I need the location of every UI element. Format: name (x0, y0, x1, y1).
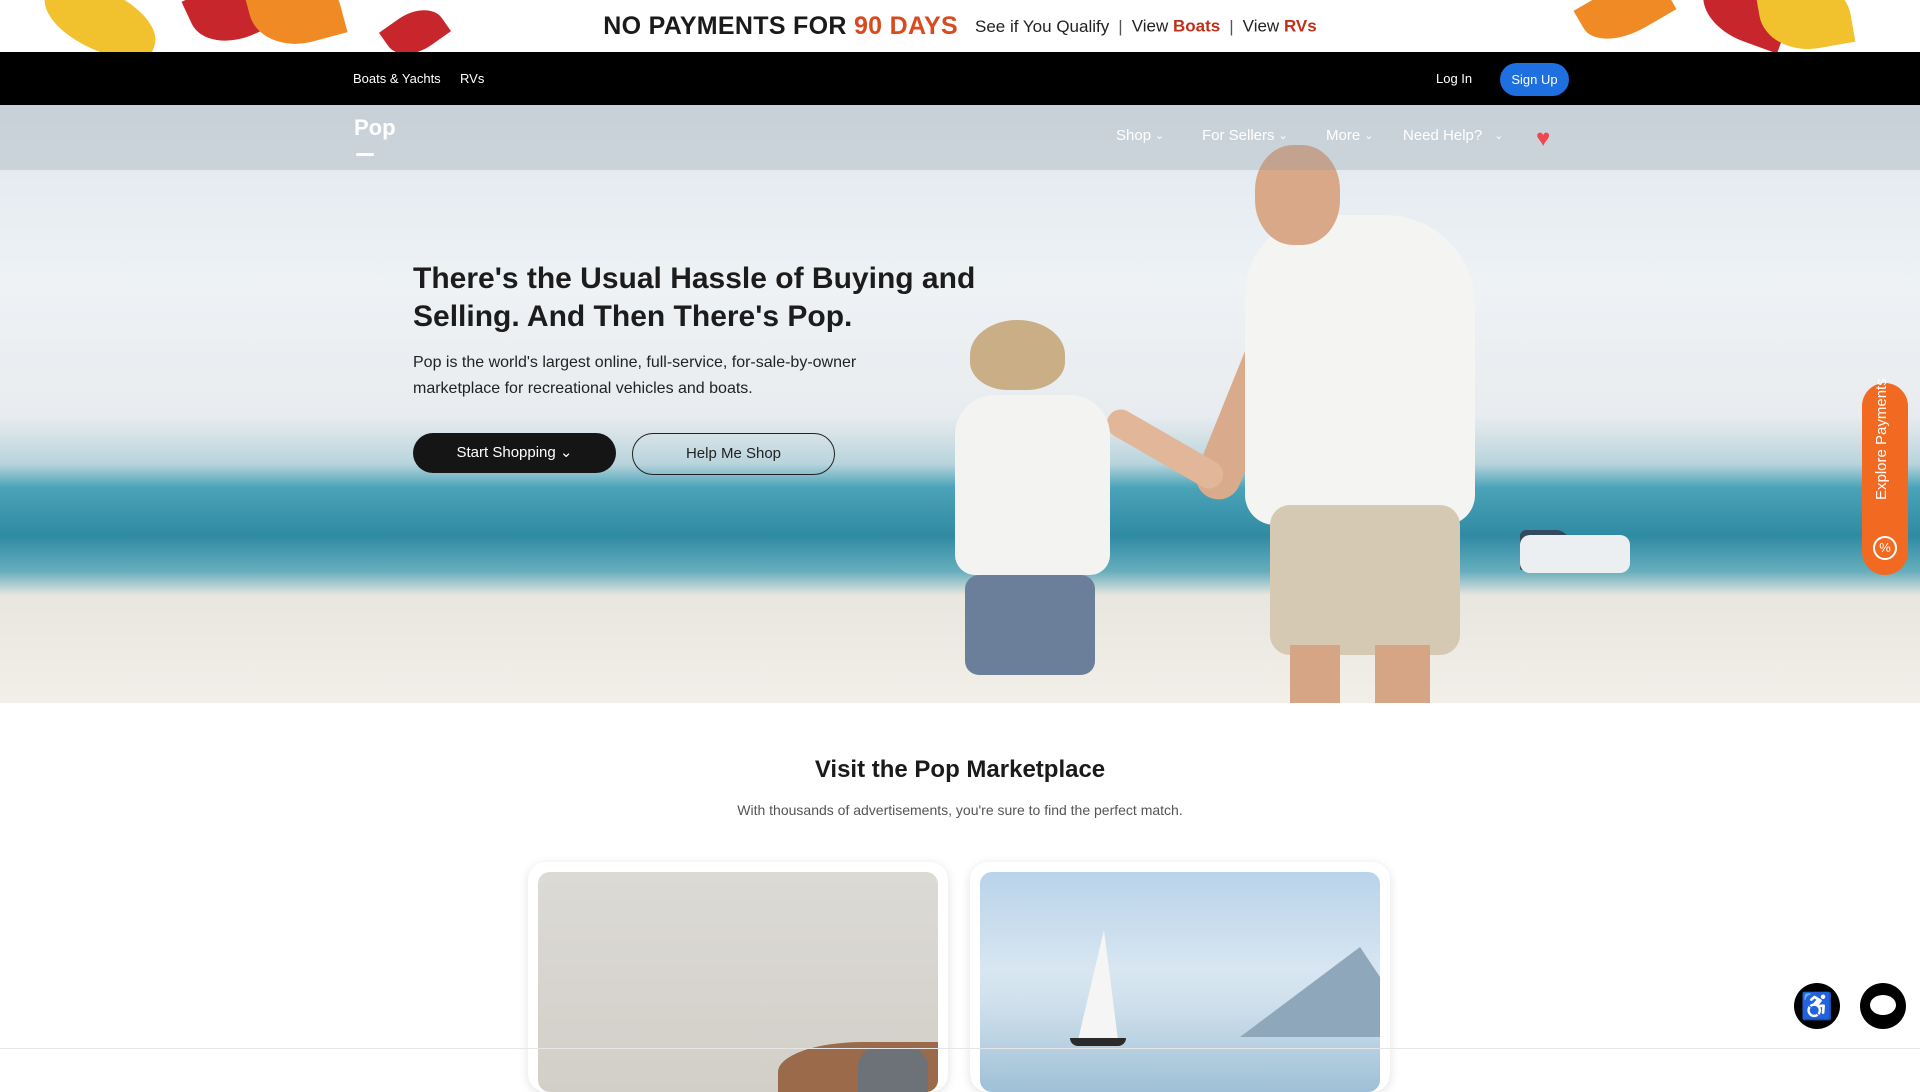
signup-button[interactable]: Sign Up (1500, 63, 1569, 96)
hero-section: Pop Shop ⌄ For Sellers ⌄ More ⌄ Need Help? ⌄… (0, 105, 1920, 703)
accessibility-icon[interactable]: ♿ (1794, 983, 1840, 1029)
boat-image-mountain (1240, 947, 1380, 1037)
promo-banner: NO PAYMENTS FOR 90 DAYS See if You Quali… (0, 0, 1920, 52)
chevron-down-icon: ⌄ (1278, 130, 1288, 142)
view-rvs-link[interactable]: View RVs (1243, 17, 1317, 36)
boat-category-card[interactable] (970, 862, 1390, 1092)
topbar-link-rvs[interactable]: RVs (460, 71, 484, 86)
topbar-link-boats[interactable]: Boats & Yachts (353, 71, 441, 86)
qualify-link[interactable]: See if You Qualify (975, 17, 1109, 36)
chevron-down-icon: ⌄ (1155, 130, 1165, 142)
hero-photo-man-leg (1290, 645, 1340, 703)
promo-separator: | (1118, 16, 1123, 36)
start-shopping-button[interactable]: Start Shopping ⌄ (413, 433, 616, 473)
marketplace-title: Visit the Pop Marketplace (814, 756, 1106, 783)
hero-photo-child-shorts (965, 575, 1095, 675)
nav-need-help[interactable]: Need Help? ⌄ (1403, 127, 1503, 144)
rv-card-image (538, 872, 938, 1092)
hero-subtitle: Pop is the world's largest online, full-… (413, 354, 857, 397)
pop-logo[interactable]: Pop (354, 115, 396, 141)
boat-card-image (980, 872, 1380, 1092)
promo-headline: NO PAYMENTS FOR 90 DAYS (603, 12, 958, 40)
hero-title: There's the Usual Hassle of Buying and S… (413, 262, 976, 333)
rv-image-trailer (858, 1047, 928, 1092)
login-link[interactable]: Log In (1436, 71, 1472, 86)
rv-category-card[interactable] (528, 862, 948, 1092)
promo-separator: | (1229, 16, 1234, 36)
chevron-down-icon: ⌄ (1494, 130, 1504, 142)
chevron-down-icon: ⌄ (1364, 130, 1374, 142)
heart-icon[interactable]: ♥ (1536, 125, 1550, 153)
chat-bubble-icon (1870, 995, 1896, 1015)
hero-photo-man (1245, 215, 1475, 525)
hero-photo-camper (1520, 535, 1630, 573)
section-divider (0, 1048, 1920, 1049)
view-boats-link[interactable]: View Boats (1132, 17, 1221, 36)
hero-photo-man-shorts (1270, 505, 1460, 655)
logo-underline (356, 153, 374, 156)
help-me-shop-button[interactable]: Help Me Shop (632, 433, 835, 475)
boat-image-sail (1078, 930, 1118, 1040)
nav-for-sellers[interactable]: For Sellers ⌄ (1202, 127, 1288, 144)
marketplace-subtitle: With thousands of advertisements, you're… (737, 802, 1183, 818)
nav-more[interactable]: More ⌄ (1326, 127, 1373, 144)
top-bar: Boats & Yachts RVs Log In Sign Up (0, 52, 1920, 105)
main-nav: Pop Shop ⌄ For Sellers ⌄ More ⌄ Need Help? ⌄… (0, 105, 1920, 170)
nav-shop[interactable]: Shop ⌄ (1116, 127, 1164, 144)
hero-photo-child (955, 395, 1110, 575)
boat-image-hull (1070, 1038, 1126, 1046)
hero-photo-man-leg (1375, 645, 1430, 703)
percent-icon: % (1873, 536, 1897, 560)
promo-text: NO PAYMENTS FOR 90 DAYS See if You Quali… (0, 12, 1920, 41)
explore-payments-label: Explore Payments (1873, 378, 1890, 500)
chat-button[interactable] (1860, 983, 1906, 1029)
